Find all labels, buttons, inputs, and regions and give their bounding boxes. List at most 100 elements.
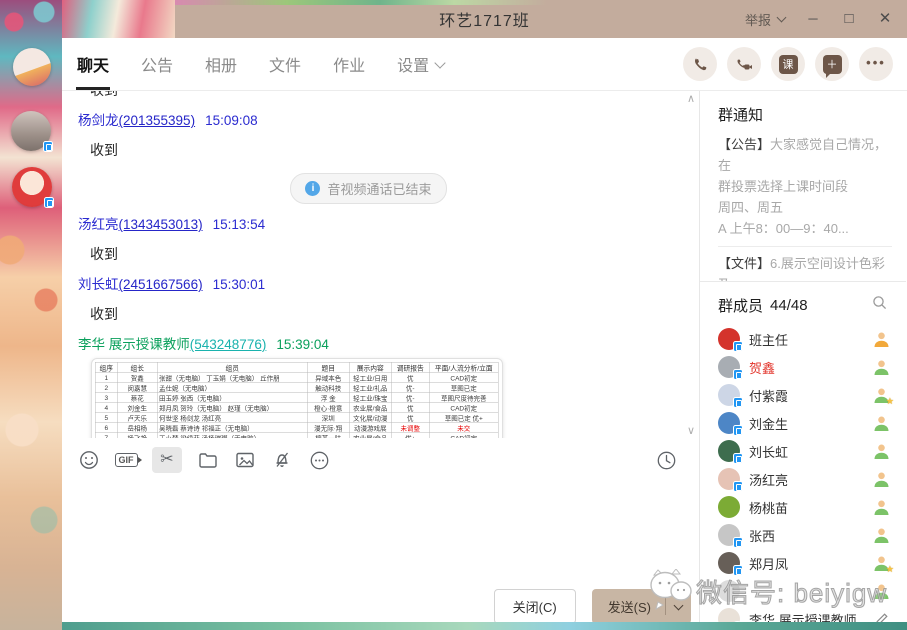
tab-label: 聊天 — [77, 52, 109, 76]
member-name: 刘长虹 — [749, 442, 788, 461]
message-history-icon[interactable] — [655, 449, 677, 471]
report-button[interactable]: 举报 — [745, 10, 785, 29]
sender-uid-link[interactable]: (1343453013) — [119, 217, 203, 232]
info-icon: i — [305, 181, 320, 196]
members-title: 群成员 — [718, 295, 763, 316]
group-post-button[interactable]: ＋ — [815, 47, 849, 81]
message-input[interactable] — [62, 482, 699, 583]
search-icon — [872, 295, 888, 311]
member-avatar — [718, 384, 740, 406]
collapse-up-icon[interactable]: ∧ — [687, 94, 695, 105]
member-row[interactable]: 郑月凤★ — [718, 549, 892, 577]
pill-text: 音视频通话已结束 — [327, 179, 431, 198]
group-notice-title: 群通知 — [718, 104, 892, 125]
maximize-button[interactable]: □ — [841, 11, 857, 27]
recent-chat-avatar[interactable] — [13, 48, 51, 86]
more-icon: ••• — [866, 55, 886, 70]
member-level-icon — [872, 331, 890, 348]
close-button[interactable]: ✕ — [877, 11, 893, 27]
tab-3[interactable]: 相册 — [204, 38, 238, 90]
screenshot-icon[interactable]: ✂ — [152, 447, 182, 473]
tab-1[interactable]: 聊天 — [76, 38, 110, 90]
member-row[interactable]: 刘长虹 — [718, 437, 892, 465]
tab-label: 相册 — [205, 52, 237, 76]
gif-icon[interactable]: GIF — [115, 449, 137, 471]
sender-name[interactable]: 汤红亮 — [78, 213, 119, 233]
image-icon[interactable] — [234, 449, 256, 471]
voice-call-icon — [692, 56, 709, 73]
collapse-down-icon[interactable]: ∨ — [687, 426, 695, 437]
tab-4[interactable]: 文件 — [268, 38, 302, 90]
titlebar[interactable]: 环艺1717班 举报 ─ □ ✕ — [62, 0, 907, 38]
voice-call-button[interactable] — [683, 47, 717, 81]
member-row[interactable]: 班主任 — [718, 325, 892, 353]
member-name: 张西 — [749, 526, 775, 545]
more-tools-icon[interactable] — [308, 449, 330, 471]
sender-uid-link[interactable]: (2451667566) — [119, 277, 203, 292]
tab-6[interactable]: 设置 — [396, 38, 445, 90]
notice-label: 【文件】 — [718, 256, 770, 271]
recent-chat-avatar[interactable] — [11, 111, 51, 151]
video-call-icon — [735, 56, 753, 73]
send-button[interactable]: 发送(S) — [592, 589, 691, 624]
input-toolbar: GIF ✂ — [62, 438, 699, 482]
sender-name[interactable]: 李华 展示授课教师 — [78, 333, 190, 353]
recent-chat-avatar[interactable] — [12, 167, 52, 207]
class-button[interactable]: 课 — [771, 47, 805, 81]
notice-text: A 上午8：00—9：40... — [718, 221, 849, 236]
skin-art-strip — [175, 0, 547, 5]
member-row[interactable]: 杨桃苗 — [718, 493, 892, 521]
member-avatar — [718, 412, 740, 434]
tab-label: 公告 — [141, 52, 173, 76]
star-icon: ★ — [886, 396, 894, 407]
tab-2[interactable]: 公告 — [140, 38, 174, 90]
message-time: 15:09:08 — [205, 113, 258, 128]
send-label: 发送(S) — [592, 589, 665, 624]
member-avatar — [718, 524, 740, 546]
group-notice-panel[interactable]: 群通知 【公告】大家感觉自己情况，在群投票选择上课时间段周四、周五A 上午8：0… — [700, 91, 906, 282]
member-row[interactable]: 汤红亮 — [718, 465, 892, 493]
notice-text: 群投票选择上课时间段 — [718, 179, 848, 194]
member-level-icon — [872, 499, 890, 516]
member-level-icon — [872, 471, 890, 488]
sender-name[interactable]: 刘长虹 — [78, 273, 119, 293]
message-text: 收到 — [90, 244, 699, 264]
tab-label: 作业 — [333, 52, 365, 76]
clipped-message: 收到 — [78, 91, 699, 100]
member-avatar — [718, 328, 740, 350]
member-row[interactable]: 贺鑫 — [718, 353, 892, 381]
minimize-button[interactable]: ─ — [805, 11, 821, 27]
member-row[interactable] — [718, 577, 892, 605]
sender-uid-link[interactable]: (201355395) — [119, 113, 196, 128]
member-row[interactable]: 付紫霞★ — [718, 381, 892, 409]
send-options-button[interactable] — [666, 605, 691, 609]
image-message[interactable]: 组序组长组员题目展示内容调研报告平面/人流分析/立面1贺鑫张甜（无电脑） 丁玉娟… — [91, 358, 503, 438]
member-row[interactable]: 刘金生 — [718, 409, 892, 437]
chevron-down-icon — [674, 600, 684, 610]
member-level-icon — [872, 527, 890, 544]
notice-line: A 上午8：00—9：40... — [718, 218, 892, 239]
more-button[interactable]: ••• — [859, 47, 893, 81]
sender-uid-link[interactable]: (543248776) — [190, 337, 267, 352]
sender-name[interactable]: 杨剑龙 — [78, 109, 119, 129]
background-window-edge — [62, 622, 907, 630]
member-level-icon — [872, 583, 890, 600]
member-name: 汤红亮 — [749, 470, 788, 489]
member-name: 贺鑫 — [749, 358, 775, 377]
tab-5[interactable]: 作业 — [332, 38, 366, 90]
video-call-button[interactable] — [727, 47, 761, 81]
message-time: 15:30:01 — [213, 277, 266, 292]
star-icon: ★ — [886, 564, 894, 575]
mobile-online-badge — [733, 425, 743, 436]
close-chat-button[interactable]: 关闭(C) — [494, 589, 576, 624]
search-members-button[interactable] — [872, 295, 888, 316]
message-list[interactable]: 收到 杨剑龙(201355395)15:09:08收到i音视频通话已结束汤红亮(… — [62, 91, 699, 438]
folder-icon[interactable] — [197, 449, 219, 471]
notice-line: 【文件】6.展示空间设计色彩及... — [718, 253, 892, 282]
shake-icon[interactable] — [271, 449, 293, 471]
mobile-online-badge — [733, 453, 743, 464]
member-row[interactable]: 张西 — [718, 521, 892, 549]
divider — [718, 246, 892, 247]
emoji-icon[interactable] — [78, 449, 100, 471]
chevron-down-icon — [434, 57, 445, 68]
